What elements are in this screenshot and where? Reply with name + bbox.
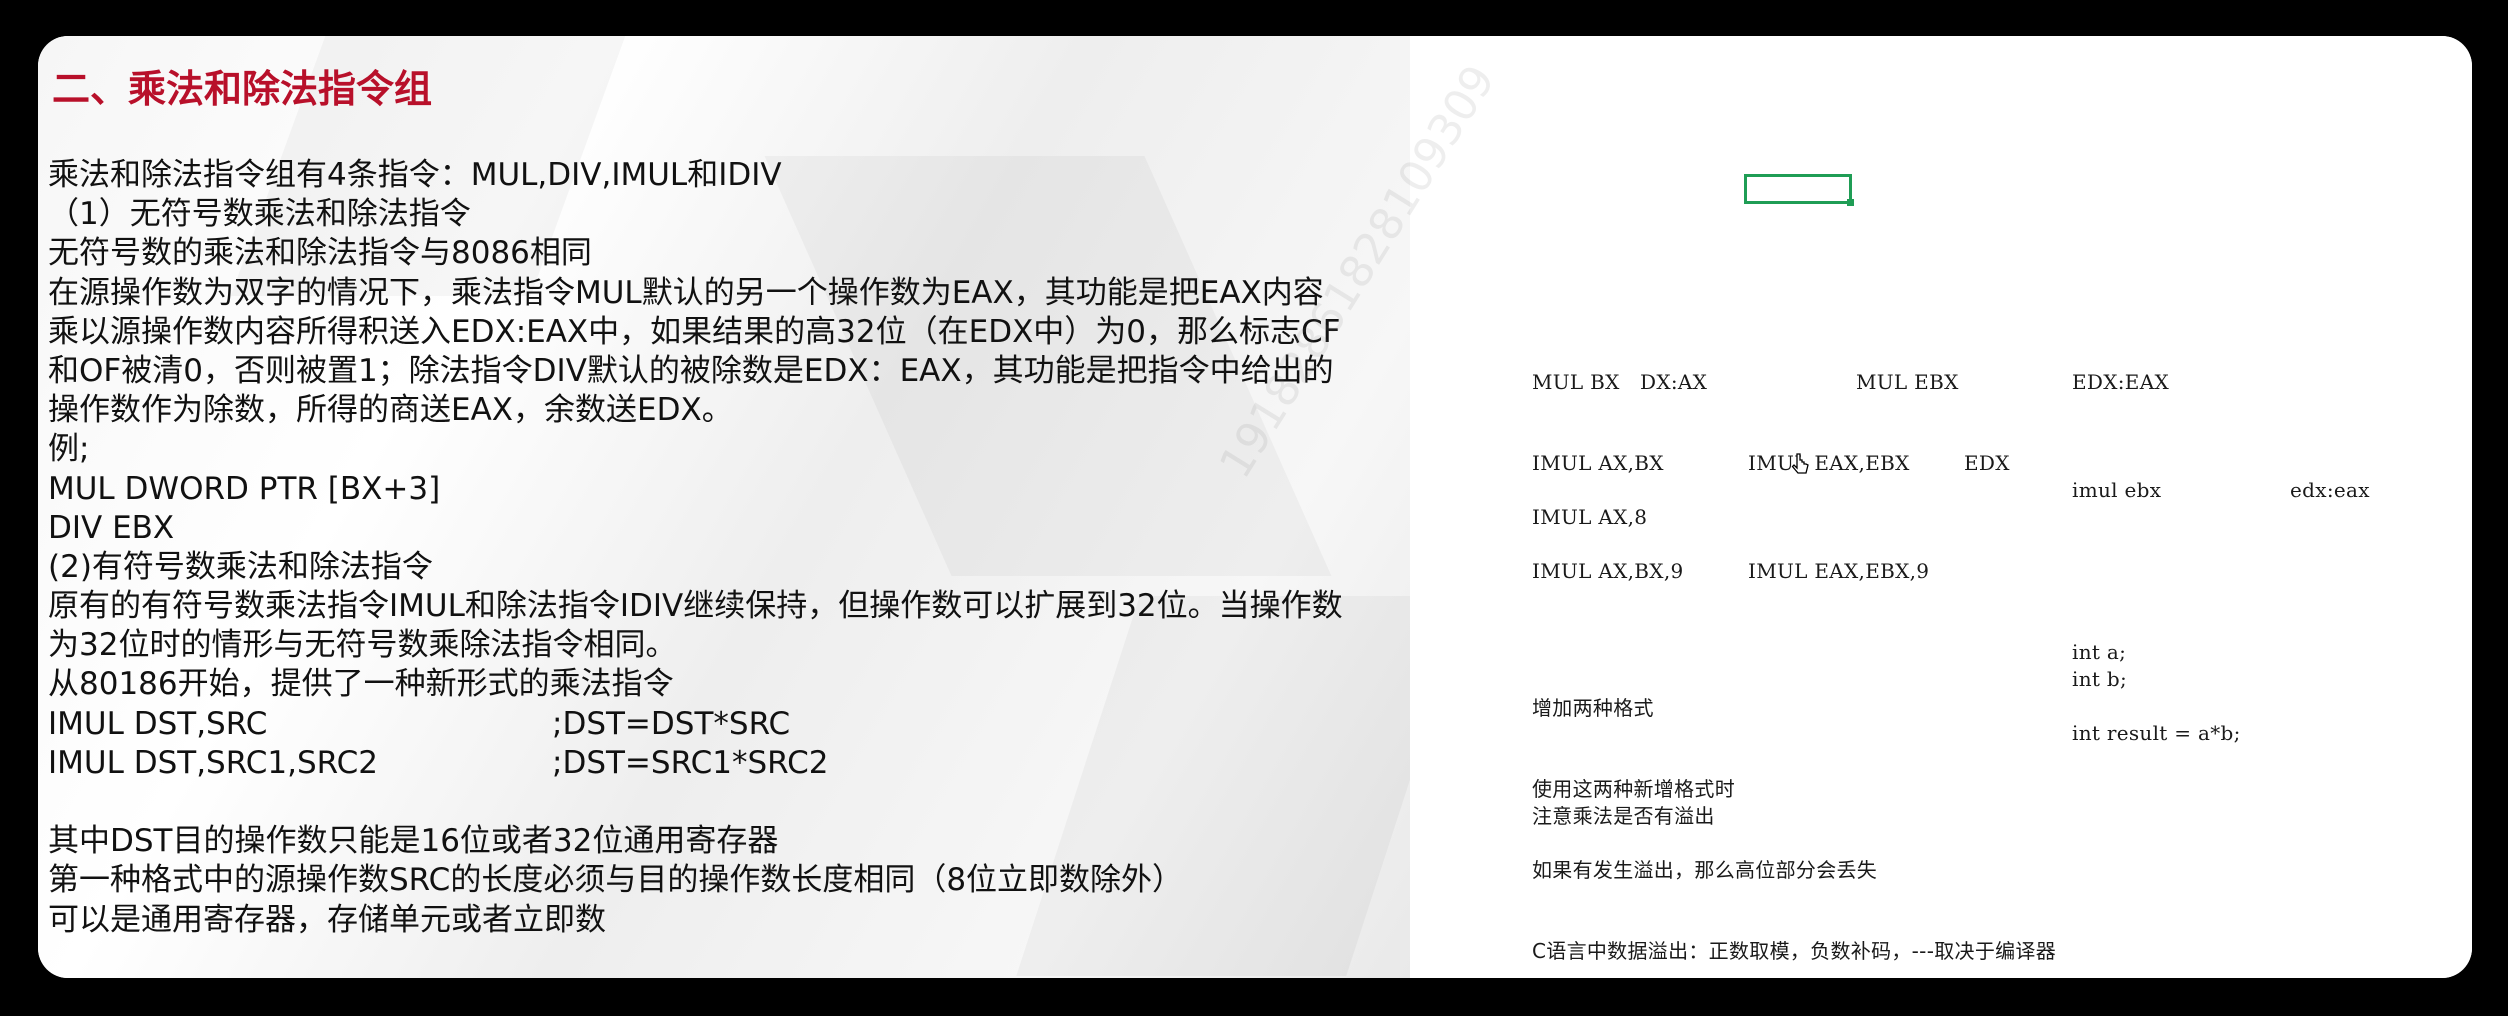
fill-handle[interactable] [1847,199,1854,206]
note-text: MUL BX [1532,370,1620,394]
text-line: 乘以源操作数内容所得积送入EDX:EAX中，如果结果的高32位（在EDX中）为0… [48,313,1341,350]
note-text: IMUL EAX,EBX [1748,451,1910,475]
lecture-slide: 二、乘法和除法指令组 乘法和除法指令组有4条指令：MUL,DIV,IMUL和ID… [38,36,1410,978]
code-instruction: IMUL DST,SRC [48,705,268,742]
text-line: （1）无符号数乘法和除法指令 [48,196,471,233]
text-line: 操作数作为除数，所得的商送EAX，余数送EDX。 [48,392,733,429]
code-comment: ;DST=SRC1*SRC2 [552,744,829,781]
code-instruction: IMUL DST,SRC1,SRC2 [48,744,378,781]
code-row: IMUL DST,SRC ;DST=DST*SRC [48,705,1404,744]
text-line: 在源操作数为双字的情况下，乘法指令MUL默认的另一个操作数为EAX，其功能是把E… [48,274,1324,311]
note-text: IMUL AX,8 [1532,505,1648,529]
note-text: 增加两种格式 [1532,696,1654,720]
note-text: IMUL AX,BX [1532,451,1664,475]
text-line: (2)有符号数乘法和除法指令 [48,548,433,585]
note-text: EDX [1964,451,2010,475]
note-code-line: int result = a*b; [2072,721,2241,745]
video-frame: 二、乘法和除法指令组 乘法和除法指令组有4条指令：MUL,DIV,IMUL和ID… [38,36,2472,978]
note-text: 注意乘法是否有溢出 [1532,804,1715,828]
note-code-line: int b; [2072,667,2128,691]
slide-title: 二、乘法和除法指令组 [52,66,433,111]
code-comment: ;DST=DST*SRC [552,705,791,742]
note-text: IMUL EAX,EBX,9 [1748,559,1930,583]
note-text: IMUL AX,BX,9 [1532,559,1684,583]
text-line: 无符号数的乘法和除法指令与8086相同 [48,235,592,272]
note-text: imul ebx [2072,478,2162,502]
note-text: C语言中数据溢出：正数取模，负数补码，---取决于编译器 [1532,939,2057,963]
code-row: IMUL DST,SRC1,SRC2 ;DST=SRC1*SRC2 [48,744,1404,783]
text-line: DIV EBX [48,509,175,546]
text-line: 和OF被清0，否则被置1；除法指令DIV默认的被除数是EDX：EAX，其功能是把… [48,352,1334,389]
text-line: 为32位时的情形与无符号数乘除法指令相同。 [48,627,677,664]
note-text: 使用这两种新增格式时 [1532,777,1735,801]
note-text: EDX:EAX [2072,370,2169,394]
text-line: 乘法和除法指令组有4条指令：MUL,DIV,IMUL和IDIV [48,157,782,193]
selected-cell[interactable] [1744,174,1854,206]
slide-body: 乘法和除法指令组有4条指令：MUL,DIV,IMUL和IDIV （1）无符号数乘… [48,156,1404,940]
text-line: 可以是通用寄存器，存储单元或者立即数 [48,901,606,938]
note-text: edx:eax [2290,478,2370,502]
text-line: 原有的有符号数乘法指令IMUL和除法指令IDIV继续保持，但操作数可以扩展到32… [48,588,1343,625]
text-line: 第一种格式中的源操作数SRC的长度必须与目的操作数长度相同（8位立即数除外） [48,862,1184,899]
note-text: 如果有发生溢出，那么高位部分会丢失 [1532,858,1878,882]
note-text: MUL EBX [1856,370,1959,394]
note-code-line: int a; [2072,640,2127,664]
text-line: 例; [48,431,90,468]
text-line: 其中DST目的操作数只能是16位或者32位通用寄存器 [48,823,779,860]
text-line: 从80186开始，提供了一种新形式的乘法指令 [48,666,674,703]
text-line: MUL DWORD PTR [BX+3] [48,470,441,507]
cursor-icon [1791,453,1809,474]
note-text: DX:AX [1640,370,1708,394]
